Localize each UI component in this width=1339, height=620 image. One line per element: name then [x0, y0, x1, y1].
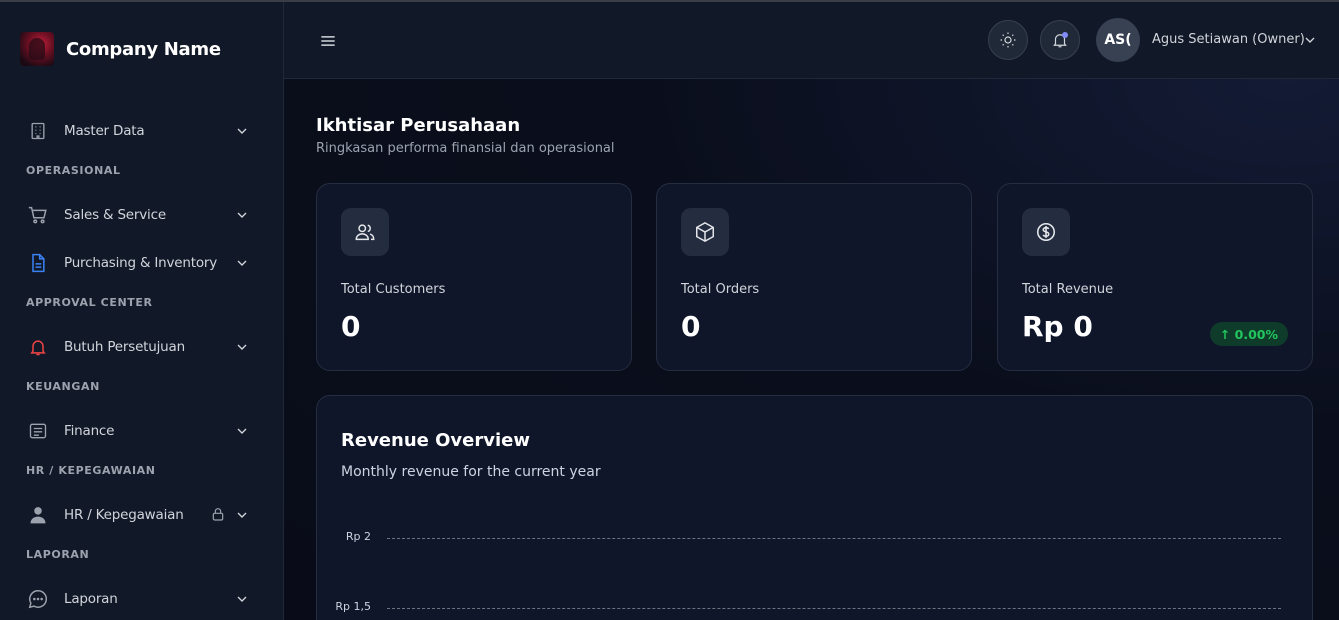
chevron-down-icon[interactable]	[1302, 32, 1318, 48]
building-icon	[26, 119, 50, 143]
stat-label: Total Customers	[341, 282, 446, 297]
section-operasional: OPERASIONAL	[26, 164, 121, 177]
list-icon	[26, 419, 50, 443]
cart-icon	[26, 203, 50, 227]
sidebar-item-sales-service[interactable]: Sales & Service	[26, 200, 254, 230]
sidebar-item-label: Finance	[64, 423, 115, 439]
top-header: AS( Agus Setiawan (Owner)	[284, 2, 1339, 79]
page-title: Ikhtisar Perusahaan	[316, 115, 521, 136]
notification-dot	[1062, 32, 1068, 38]
sidebar-item-label: HR / Kepegawaian	[64, 507, 184, 523]
chat-icon	[26, 587, 50, 611]
stat-card-customers: Total Customers 0	[316, 183, 632, 371]
avatar[interactable]: AS(	[1096, 18, 1140, 62]
grid-line	[387, 608, 1281, 609]
sidebar-item-label: Butuh Persetujuan	[64, 339, 185, 355]
sidebar-item-master-data[interactable]: Master Data	[26, 116, 254, 146]
y-tick-label: Rp 1,5	[335, 600, 371, 613]
sidebar-item-hr-kepegawaian[interactable]: HR / Kepegawaian	[26, 500, 254, 530]
users-icon	[341, 208, 389, 256]
section-keuangan: KEUANGAN	[26, 380, 100, 393]
sidebar-item-finance[interactable]: Finance	[26, 416, 254, 446]
growth-badge: ↑ 0.00%	[1209, 322, 1288, 346]
sidebar-item-laporan[interactable]: Laporan	[26, 584, 254, 614]
document-icon	[26, 251, 50, 275]
sidebar-item-label: Purchasing & Inventory	[64, 255, 218, 271]
main-content: Ikhtisar Perusahaan Ringkasan performa f…	[284, 79, 1339, 620]
chart-title: Revenue Overview	[341, 430, 530, 451]
company-logo	[20, 32, 54, 66]
chevron-down-icon	[237, 128, 247, 134]
user-icon	[26, 503, 50, 527]
sidebar: Company Name Master Data OPERASIONAL Sal…	[0, 2, 284, 620]
sidebar-item-label: Master Data	[64, 123, 145, 139]
sun-icon	[1000, 32, 1016, 48]
lock-icon	[212, 508, 224, 521]
chevron-down-icon	[237, 512, 247, 518]
sidebar-item-butuh-persetujuan[interactable]: Butuh Persetujuan	[26, 332, 254, 362]
section-approval-center: APPROVAL CENTER	[26, 296, 153, 309]
chevron-down-icon	[237, 344, 247, 350]
stat-label: Total Orders	[681, 282, 760, 297]
stat-value: 0	[341, 310, 361, 343]
stat-value: Rp 0	[1022, 310, 1093, 343]
chevron-down-icon	[237, 428, 247, 434]
grid-line	[387, 538, 1281, 539]
section-laporan: LAPORAN	[26, 548, 90, 561]
stat-label: Total Revenue	[1022, 282, 1114, 297]
section-hr-kepegawaian: HR / KEPEGAWAIAN	[26, 464, 156, 477]
sidebar-item-purchasing-inventory[interactable]: Purchasing & Inventory	[26, 248, 254, 278]
chevron-down-icon	[237, 212, 247, 218]
bell-icon	[26, 335, 50, 359]
brand[interactable]: Company Name	[20, 32, 221, 66]
stat-card-revenue: Total Revenue Rp 0 ↑ 0.00%	[997, 183, 1313, 371]
y-tick-label: Rp 2	[345, 530, 371, 543]
chart-subtitle: Monthly revenue for the current year	[341, 464, 601, 480]
sidebar-item-label: Laporan	[64, 591, 118, 607]
chevron-down-icon	[237, 260, 247, 266]
page-subtitle: Ringkasan performa finansial dan operasi…	[316, 141, 615, 156]
stat-card-orders: Total Orders 0	[656, 183, 972, 371]
sidebar-item-label: Sales & Service	[64, 207, 166, 223]
box-icon	[681, 208, 729, 256]
company-name: Company Name	[66, 38, 221, 60]
user-name[interactable]: Agus Setiawan (Owner)	[1152, 32, 1305, 47]
stat-value: 0	[681, 310, 701, 343]
revenue-chart-card: Revenue Overview Monthly revenue for the…	[316, 395, 1313, 620]
hamburger-menu-icon[interactable]	[318, 31, 338, 51]
dollar-icon	[1022, 208, 1070, 256]
notifications-button[interactable]	[1040, 20, 1080, 60]
theme-toggle-button[interactable]	[988, 20, 1028, 60]
chevron-down-icon	[237, 596, 247, 602]
